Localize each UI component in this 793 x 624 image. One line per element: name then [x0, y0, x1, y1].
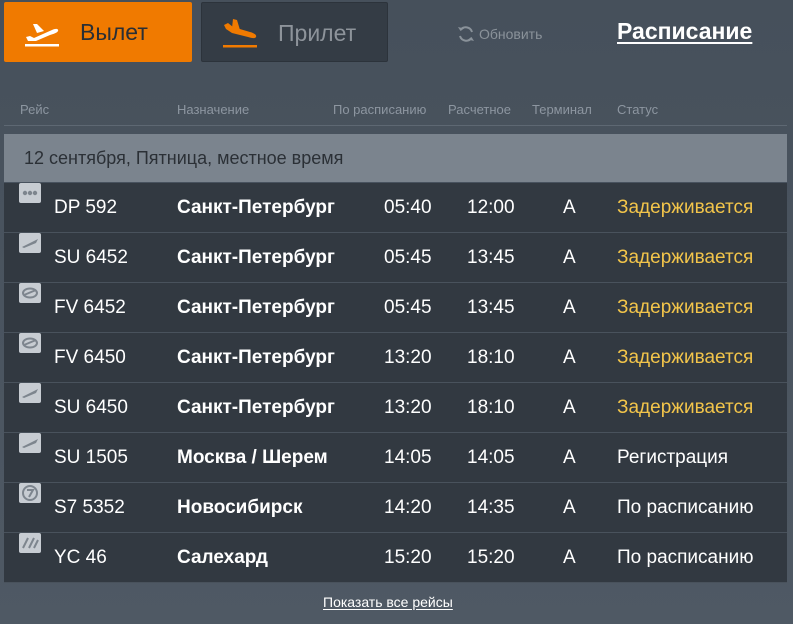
flight-number: SU 6452 — [54, 247, 128, 268]
airline-logo-icon — [19, 333, 41, 353]
airline-logo-icon — [19, 533, 41, 553]
airline-logo-icon — [19, 483, 41, 503]
destination: Санкт-Петербург — [177, 197, 335, 218]
flight-status: Задерживается — [617, 397, 754, 418]
airline-logo-icon — [19, 183, 41, 203]
tab-departures[interactable]: Вылет — [4, 2, 192, 62]
destination: Санкт-Петербург — [177, 397, 335, 418]
destination: Санкт-Петербург — [177, 297, 335, 318]
flight-number: S7 5352 — [54, 497, 125, 518]
flight-status: Задерживается — [617, 297, 754, 318]
flight-status: Задерживается — [617, 347, 754, 368]
airline-logo-s7-icon — [22, 485, 38, 501]
header-divider — [4, 125, 787, 126]
terminal: A — [563, 547, 576, 568]
airline-logo-su-icon — [22, 389, 38, 398]
scheduled-time: 05:40 — [384, 197, 432, 218]
destination: Санкт-Петербург — [177, 347, 335, 368]
column-header-estimated: Расчетное — [448, 102, 511, 117]
airline-logo-su-icon — [22, 439, 38, 448]
flight-row[interactable]: SU 1505 Москва / Шерем 14:05 14:05 A Регистра… — [4, 433, 787, 483]
airline-logo-fv-icon — [22, 287, 38, 299]
refresh-label: Обновить — [479, 26, 543, 42]
flight-row[interactable]: DP 592 Санкт-Петербург 05:40 12:00 A Задержив… — [4, 183, 787, 233]
flight-number: FV 6452 — [54, 297, 126, 318]
flight-row[interactable]: FV 6450 Санкт-Петербург 13:20 18:10 A Задержи… — [4, 333, 787, 383]
column-header-terminal: Терминал — [532, 102, 592, 117]
flight-status: Задерживается — [617, 197, 754, 218]
scheduled-time: 15:20 — [384, 547, 432, 568]
column-header-scheduled: По расписанию — [333, 102, 427, 117]
flight-row[interactable]: SU 6452 Санкт-Петербург 05:45 13:45 A Задержи… — [4, 233, 787, 283]
scheduled-time: 14:20 — [384, 497, 432, 518]
airline-logo-icon — [19, 283, 41, 303]
plane-takeoff-icon — [25, 24, 59, 47]
flight-status: Задерживается — [617, 247, 754, 268]
scheduled-time: 13:20 — [384, 397, 432, 418]
flight-number: FV 6450 — [54, 347, 126, 368]
terminal: A — [563, 397, 576, 418]
scheduled-time: 14:05 — [384, 447, 432, 468]
flight-row[interactable]: FV 6452 Санкт-Петербург 05:45 13:45 A Задержи… — [4, 283, 787, 333]
estimated-time: 14:05 — [467, 447, 515, 468]
destination: Новосибирск — [177, 497, 303, 518]
scheduled-time: 13:20 — [384, 347, 432, 368]
destination: Салехард — [177, 547, 268, 568]
airline-logo-icon — [19, 233, 41, 253]
tab-arrivals[interactable]: Прилет — [201, 2, 388, 62]
flight-status: По расписанию — [617, 497, 754, 518]
airline-logo-fv-icon — [22, 337, 38, 349]
refresh-icon — [458, 26, 474, 42]
flight-number: YC 46 — [54, 547, 107, 568]
tab-arrivals-label: Прилет — [278, 20, 357, 46]
terminal: A — [563, 347, 576, 368]
scheduled-time: 05:45 — [384, 247, 432, 268]
estimated-time: 18:10 — [467, 347, 515, 368]
estimated-time: 13:45 — [467, 247, 515, 268]
plane-landing-icon — [223, 19, 257, 48]
airline-logo-dp-icon — [22, 190, 38, 196]
destination: Москва / Шерем — [177, 447, 328, 468]
flight-row[interactable]: S7 5352 Новосибирск 14:20 14:35 A По расписан… — [4, 483, 787, 533]
flight-number: SU 6450 — [54, 397, 128, 418]
airline-logo-yc-icon — [22, 537, 39, 549]
terminal: A — [563, 247, 576, 268]
flight-number: SU 1505 — [54, 447, 128, 468]
flight-status: Регистрация — [617, 447, 729, 468]
show-all-flights-link[interactable]: Показать все рейсы — [323, 594, 453, 610]
date-header: 12 сентября, Пятница, местное время — [4, 134, 787, 182]
scheduled-time: 05:45 — [384, 297, 432, 318]
flight-status: По расписанию — [617, 547, 754, 568]
column-header-flight: Рейс — [20, 102, 50, 117]
column-header-status: Статус — [617, 102, 659, 117]
terminal: A — [563, 297, 576, 318]
flight-row[interactable]: YC 46 Салехард 15:20 15:20 A По расписанию — [4, 533, 787, 583]
flights-table: DP 592 Санкт-Петербург 05:40 12:00 A Задержив… — [4, 183, 787, 583]
estimated-time: 14:35 — [467, 497, 515, 518]
estimated-time: 13:45 — [467, 297, 515, 318]
airline-logo-icon — [19, 433, 41, 453]
terminal: A — [563, 497, 576, 518]
estimated-time: 18:10 — [467, 397, 515, 418]
flight-number: DP 592 — [54, 197, 118, 218]
destination: Санкт-Петербург — [177, 247, 335, 268]
terminal: A — [563, 447, 576, 468]
refresh-button[interactable]: Обновить — [456, 24, 542, 44]
column-header-destination: Назначение — [177, 102, 250, 117]
flight-row[interactable]: SU 6450 Санкт-Петербург 13:20 18:10 A Задержи… — [4, 383, 787, 433]
terminal: A — [563, 197, 576, 218]
tab-departures-label: Вылет — [80, 19, 148, 45]
airline-logo-su-icon — [22, 239, 38, 248]
estimated-time: 12:00 — [467, 197, 515, 218]
estimated-time: 15:20 — [467, 547, 515, 568]
schedule-link[interactable]: Расписание — [617, 18, 752, 45]
airline-logo-icon — [19, 383, 41, 403]
